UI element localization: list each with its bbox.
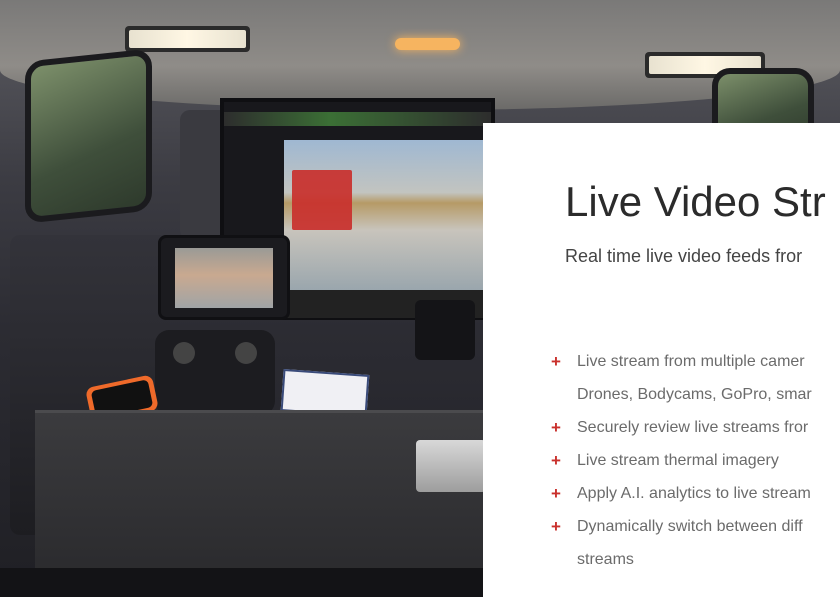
feature-list-item: + Apply A.I. analytics to live stream — [549, 477, 840, 510]
slide-subtitle: Real time live video feeds fror — [565, 246, 803, 266]
plus-icon: + — [551, 418, 561, 437]
feature-list-item: + Live stream thermal imagery — [549, 444, 840, 477]
feature-text: Securely review live streams fror — [577, 419, 809, 436]
slide-text-panel: Live Video Str Real time live video feed… — [483, 123, 840, 597]
feature-text: Live stream from multiple camer — [577, 353, 805, 370]
side-window-left — [25, 48, 152, 224]
feature-list-item-continuation: streams — [549, 543, 840, 576]
feature-list: + Live stream from multiple camer Drones, … — [549, 345, 840, 576]
drone-tablet — [158, 235, 290, 320]
plus-icon: + — [551, 451, 561, 470]
feature-text: Dynamically switch between diff — [577, 518, 803, 535]
monitor-alert-box — [292, 170, 352, 230]
feature-text: Drones, Bodycams, GoPro, smar — [577, 386, 812, 403]
tablet-video-feed — [175, 248, 273, 308]
plus-icon: + — [551, 517, 561, 536]
feature-list-item-continuation: Drones, Bodycams, GoPro, smar — [549, 378, 840, 411]
drone-controller — [155, 330, 275, 415]
plus-icon: + — [551, 484, 561, 503]
controller-joystick-left — [173, 342, 195, 364]
feature-list-item: + Securely review live streams fror — [549, 411, 840, 444]
equipment-case — [415, 300, 475, 360]
feature-list-item: + Dynamically switch between diff — [549, 510, 840, 543]
led-light-bar-left — [125, 26, 250, 52]
slide-title: Live Video Str — [565, 178, 826, 225]
cargo-storage-box — [35, 410, 495, 583]
box-latch — [416, 440, 486, 492]
dome-light — [395, 38, 460, 50]
controller-joystick-right — [235, 342, 257, 364]
feature-list-item: + Live stream from multiple camer — [549, 345, 840, 378]
feature-text: streams — [577, 551, 634, 568]
feature-text: Apply A.I. analytics to live stream — [577, 485, 811, 502]
feature-text: Live stream thermal imagery — [577, 452, 779, 469]
plus-icon: + — [551, 352, 561, 371]
monitor-status-bar — [224, 112, 491, 126]
